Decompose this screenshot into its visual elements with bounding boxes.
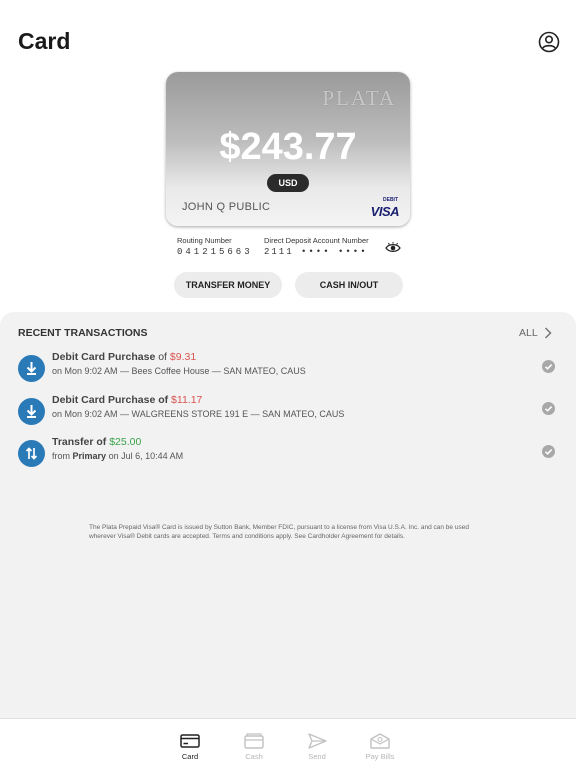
chevron-right-icon <box>544 327 552 339</box>
transaction-title: Debit Card Purchase of $11.17 <box>52 394 203 406</box>
debit-card[interactable]: PLATA $243.77 USD JOHN Q PUBLIC DEBIT VI… <box>166 72 410 226</box>
transaction-details: on Mon 9:02 AM — WALGREENS STORE 191 E —… <box>52 409 345 419</box>
card-type-label: DEBIT <box>383 197 398 203</box>
reveal-eye-icon[interactable] <box>385 241 401 253</box>
tab-pay-bills[interactable]: Pay Bills <box>355 733 405 765</box>
cash-in-out-button[interactable]: CASH IN/OUT <box>295 272 403 298</box>
tab-send[interactable]: Send <box>292 733 342 765</box>
transaction-row[interactable]: Debit Card Purchase of $9.31 on Mon 9:02… <box>0 351 576 387</box>
all-transactions-link[interactable]: ALL <box>519 325 552 341</box>
transaction-amount: $11.17 <box>171 394 203 406</box>
transaction-details: on Mon 9:02 AM — Bees Coffee House — SAN… <box>52 366 306 376</box>
check-icon <box>542 402 555 415</box>
transaction-amount: $25.00 <box>109 436 142 448</box>
download-icon <box>18 355 45 382</box>
card-holder-name: JOHN Q PUBLIC <box>182 201 271 213</box>
visa-logo: VISA <box>370 204 400 219</box>
transaction-title: Debit Card Purchase of $9.31 <box>52 351 197 363</box>
tab-cash[interactable]: Cash <box>229 733 279 765</box>
check-icon <box>542 360 555 373</box>
all-link-label: ALL <box>519 327 538 339</box>
card-icon <box>180 734 200 748</box>
transactions-panel: RECENT TRANSACTIONS ALL Debit Card Purch… <box>0 312 576 718</box>
currency-badge: USD <box>267 174 309 192</box>
tab-label: Cash <box>245 752 263 761</box>
transaction-amount: $9.31 <box>169 351 197 363</box>
download-icon <box>18 398 45 425</box>
card-balance: $243.77 <box>219 126 357 168</box>
deposit-account-label: Direct Deposit Account Number <box>264 236 369 245</box>
transaction-row[interactable]: Transfer of $25.00 from Primary on Jul 6… <box>0 436 576 472</box>
bills-icon <box>370 733 390 749</box>
transaction-title: Transfer of $25.00 <box>52 436 142 448</box>
transaction-row[interactable]: Debit Card Purchase of $11.17 on Mon 9:0… <box>0 394 576 430</box>
header: Card <box>0 0 576 72</box>
routing-number-label: Routing Number <box>177 236 232 245</box>
profile-icon[interactable] <box>538 31 560 53</box>
wallet-icon <box>244 733 264 749</box>
transfer-money-button[interactable]: TRANSFER MONEY <box>174 272 282 298</box>
routing-number-value: 041215663 <box>177 247 253 257</box>
legal-disclaimer: The Plata Prepaid Visa® Card is issued b… <box>89 524 469 540</box>
tab-label: Send <box>308 752 326 761</box>
check-icon <box>542 445 555 458</box>
page-title: Card <box>18 28 71 54</box>
transfer-arrows-icon <box>18 440 45 467</box>
transaction-details: from Primary on Jul 6, 10:44 AM <box>52 451 184 461</box>
tab-label: Pay Bills <box>365 752 395 761</box>
bottom-tab-bar: Card Cash Send Pay Bills <box>0 718 576 768</box>
tab-label: Card <box>181 752 199 761</box>
send-icon <box>308 733 327 749</box>
tab-card[interactable]: Card <box>165 733 215 765</box>
transactions-heading: RECENT TRANSACTIONS <box>18 327 148 339</box>
card-brand-logo: PLATA <box>322 86 396 110</box>
deposit-account-value: 2111 •••• •••• <box>264 247 368 257</box>
